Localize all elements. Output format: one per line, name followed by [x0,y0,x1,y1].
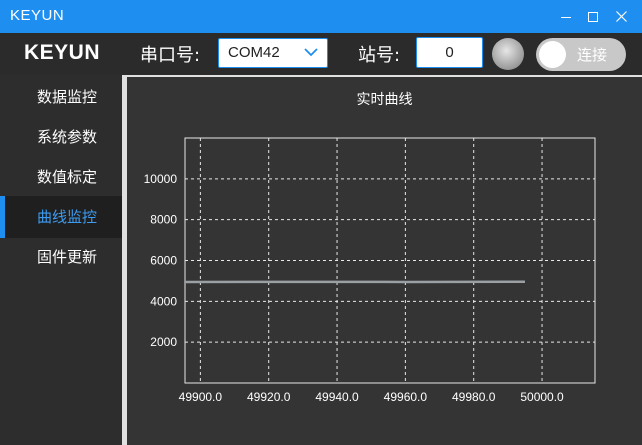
port-select-value: COM42 [228,44,280,61]
realtime-curve-chart: 49900.0 49920.0 49940.0 49960.0 49980.0 50000… [144,137,596,404]
x-tick-label: 49940.0 [315,390,359,404]
brand-logo: KEYUN [24,41,101,64]
port-label: 串口号: [140,45,201,66]
x-tick-label: 49960.0 [384,390,428,404]
chevron-down-icon [304,48,318,57]
sidebar-item-calibration[interactable]: 数值标定 [0,156,122,198]
sidebar-item-system-params[interactable]: 系统参数 [0,116,122,158]
close-button[interactable] [606,0,636,33]
station-input[interactable]: 0 [416,37,483,68]
maximize-button[interactable] [578,0,608,33]
sidebar-item-curve-monitor[interactable]: 曲线监控 [0,196,122,238]
y-tick-label: 2000 [150,335,177,349]
x-tick-label: 50000.0 [520,390,564,404]
sidebar-item-data-monitor[interactable]: 数据监控 [0,76,122,118]
connect-toggle[interactable]: 连接 [536,38,626,71]
y-tick-label: 4000 [150,294,177,308]
minimize-button[interactable] [551,0,581,33]
y-tick-label: 8000 [150,213,177,227]
x-tick-label: 49980.0 [452,390,496,404]
toggle-knob [539,41,566,68]
maximize-icon [588,11,598,22]
y-tick-label: 10000 [144,172,178,186]
window-title: KEYUN [10,7,65,24]
port-select[interactable]: COM42 [218,38,328,68]
toolbar: KEYUN 串口号: COM42 站号: 0 连接 [0,33,642,75]
minimize-icon [561,17,571,18]
connection-status-led [492,38,524,70]
station-label: 站号: [358,45,401,66]
title-bar: KEYUN [0,0,642,33]
x-tick-label: 49920.0 [247,390,291,404]
main-area: 实时曲线 49900.0 49920.0 49940.0 49960.0 49980.0… [122,75,642,445]
sidebar: 数据监控 系统参数 数值标定 曲线监控 固件更新 [0,75,122,445]
chart-panel: 实时曲线 49900.0 49920.0 49940.0 49960.0 49980.0… [127,77,642,445]
x-tick-label: 49900.0 [179,390,223,404]
sidebar-item-firmware-update[interactable]: 固件更新 [0,236,122,278]
connect-toggle-label: 连接 [577,46,608,64]
y-tick-label: 6000 [150,254,177,268]
close-icon [615,11,627,22]
